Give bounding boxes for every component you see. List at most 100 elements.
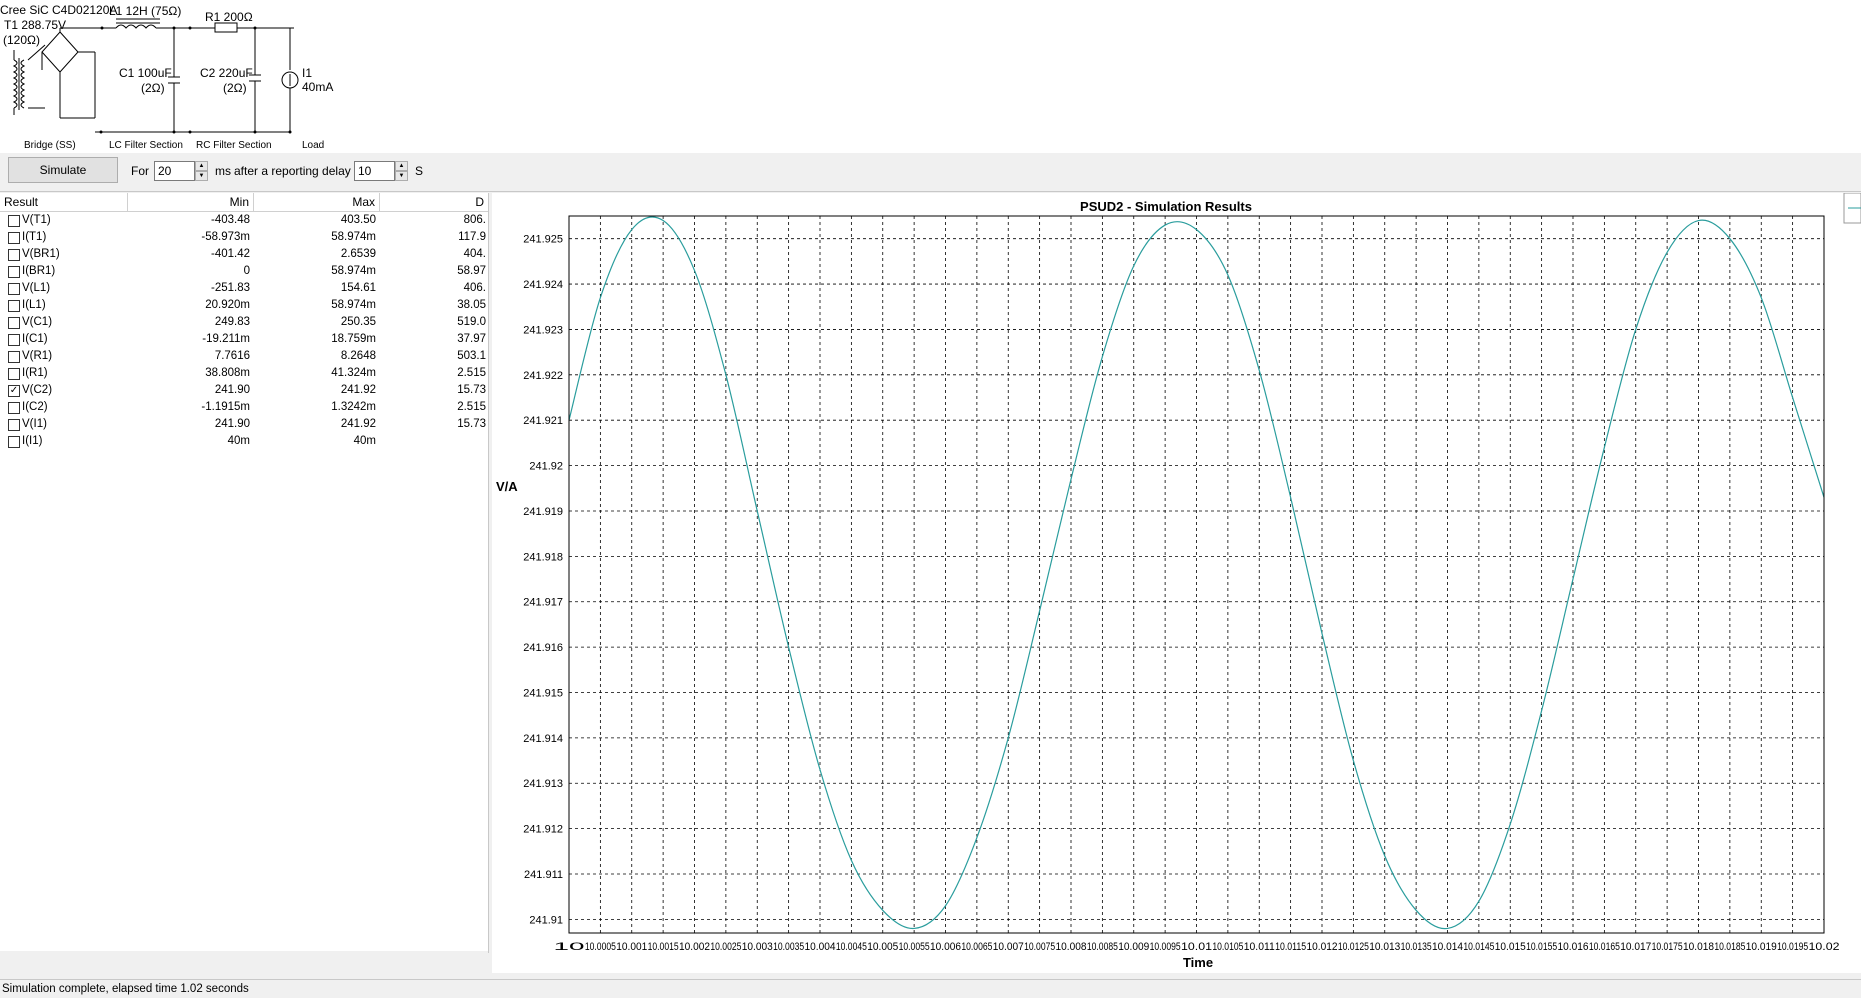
row-checkbox[interactable] bbox=[8, 351, 20, 363]
table-row[interactable]: V(BR1) -401.42 2.6539 404. bbox=[0, 246, 488, 263]
junction-dots bbox=[99, 26, 292, 134]
chart-svg: PSUD2 - Simulation Results V/A Time 241.… bbox=[496, 193, 1861, 970]
current-source-symbol bbox=[60, 28, 299, 133]
row-checkbox[interactable] bbox=[8, 334, 20, 346]
result-min: 249.83 bbox=[214, 316, 250, 328]
result-min: -403.48 bbox=[210, 214, 250, 226]
result-min: 241.90 bbox=[214, 384, 250, 396]
result-name: I(C1) bbox=[22, 333, 48, 345]
cap1-label-line1: C1 100uF bbox=[119, 66, 172, 80]
delay-spinner[interactable]: 10 ▲ ▼ bbox=[354, 161, 408, 181]
x-tick-label: 10.0175 bbox=[1652, 941, 1683, 953]
load-label-line1: I1 bbox=[302, 66, 312, 80]
result-min: -58.973m bbox=[201, 231, 250, 243]
result-min: -1.1915m bbox=[201, 401, 250, 413]
simulate-button[interactable]: Simulate bbox=[8, 157, 118, 183]
result-delta: 503.1 bbox=[457, 350, 486, 362]
x-axis-label: Time bbox=[1183, 955, 1213, 970]
row-checkbox[interactable] bbox=[8, 283, 20, 295]
seconds-label: S bbox=[415, 164, 424, 178]
row-checkbox[interactable] bbox=[8, 436, 20, 448]
schematic-drawing: Cree SiC C4D02120A T1 288.75V (120Ω) L1 … bbox=[0, 3, 333, 151]
row-checkbox[interactable] bbox=[8, 249, 20, 261]
table-row[interactable]: V(I1) 241.90 241.92 15.73 bbox=[0, 416, 488, 433]
x-tick-label: 10.004 bbox=[805, 941, 836, 953]
x-tick-label: 10.0135 bbox=[1401, 941, 1432, 953]
col-delta[interactable]: D bbox=[380, 193, 488, 211]
chart-grid bbox=[568, 216, 1825, 933]
table-row[interactable]: I(L1) 20.920m 58.974m 38.05 bbox=[0, 297, 488, 314]
spin-up-icon[interactable]: ▲ bbox=[395, 161, 408, 171]
x-tick-label: 10.012 bbox=[1307, 941, 1338, 953]
x-tick-labels: 10 10.0005 10.001 10.0015 10.002 10.0025 10.00… bbox=[554, 941, 1840, 953]
spin-up-icon[interactable]: ▲ bbox=[195, 161, 208, 171]
results-table[interactable]: Result Min Max D V(T1) -403.48 403.50 806. I… bbox=[0, 193, 489, 953]
table-row[interactable]: I(I1) 40m 40m bbox=[0, 433, 488, 450]
result-name: I(T1) bbox=[22, 231, 47, 243]
duration-input[interactable]: 20 bbox=[154, 161, 195, 181]
y-tick-label: 241.913 bbox=[523, 778, 563, 790]
col-min[interactable]: Min bbox=[128, 193, 254, 211]
row-checkbox[interactable] bbox=[8, 232, 20, 244]
x-tick-label: 10.016 bbox=[1558, 941, 1589, 953]
table-row[interactable]: ✓ V(C2) 241.90 241.92 15.73 bbox=[0, 382, 488, 399]
result-delta: 58.97 bbox=[457, 265, 486, 277]
table-row[interactable]: I(BR1) 0 58.974m 58.97 bbox=[0, 263, 488, 280]
duration-spinner-arrows[interactable]: ▲ ▼ bbox=[195, 161, 208, 181]
x-tick-label: 10.0095 bbox=[1150, 941, 1181, 953]
x-tick-label: 10.0105 bbox=[1212, 941, 1243, 953]
result-min: 0 bbox=[243, 265, 250, 277]
col-max[interactable]: Max bbox=[254, 193, 380, 211]
transformer-label-line1: Cree SiC C4D02120A bbox=[0, 3, 117, 17]
table-row[interactable]: I(C1) -19.211m 18.759m 37.97 bbox=[0, 331, 488, 348]
x-tick-label: 10.008 bbox=[1056, 941, 1087, 953]
result-max: 403.50 bbox=[340, 214, 376, 226]
circuit-schematic[interactable]: Cree SiC C4D02120A T1 288.75V (120Ω) L1 … bbox=[0, 0, 1861, 154]
inductor-symbol bbox=[102, 18, 215, 29]
row-checkbox[interactable] bbox=[8, 402, 20, 414]
result-delta: 519.0 bbox=[457, 316, 486, 328]
y-axis-label: V/A bbox=[496, 479, 518, 494]
result-delta: 15.73 bbox=[457, 418, 486, 430]
result-name: I(I1) bbox=[22, 435, 43, 447]
result-max: 40m bbox=[353, 435, 376, 447]
simulation-chart[interactable]: PSUD2 - Simulation Results V/A Time 241.… bbox=[492, 193, 1861, 973]
row-checkbox[interactable] bbox=[8, 266, 20, 278]
row-checkbox[interactable] bbox=[8, 317, 20, 329]
horizontal-scrollbar[interactable]: › bbox=[0, 951, 488, 953]
row-checkbox[interactable] bbox=[8, 300, 20, 312]
cap1-label-line2: (2Ω) bbox=[141, 81, 165, 95]
table-row[interactable]: V(L1) -251.83 154.61 406. bbox=[0, 280, 488, 297]
chart-title: PSUD2 - Simulation Results bbox=[1080, 199, 1252, 214]
table-row[interactable]: I(C2) -1.1915m 1.3242m 2.515 bbox=[0, 399, 488, 416]
x-tick-label: 10.0065 bbox=[961, 941, 992, 953]
spin-down-icon[interactable]: ▼ bbox=[395, 171, 408, 181]
table-row[interactable]: I(T1) -58.973m 58.974m 117.9 bbox=[0, 229, 488, 246]
x-tick-label: 10.0145 bbox=[1463, 941, 1494, 953]
result-name: I(L1) bbox=[22, 299, 46, 311]
result-delta: 2.515 bbox=[457, 401, 486, 413]
result-name: V(C1) bbox=[22, 316, 53, 328]
delay-input[interactable]: 10 bbox=[354, 161, 395, 181]
row-checkbox[interactable] bbox=[8, 419, 20, 431]
delay-spinner-arrows[interactable]: ▲ ▼ bbox=[395, 161, 408, 181]
table-row[interactable]: V(T1) -403.48 403.50 806. bbox=[0, 212, 488, 229]
row-checkbox[interactable]: ✓ bbox=[8, 385, 20, 397]
scroll-right-icon[interactable]: › bbox=[478, 951, 482, 953]
col-result[interactable]: Result bbox=[0, 193, 128, 211]
row-checkbox[interactable] bbox=[8, 368, 20, 380]
x-tick-label: 10.018 bbox=[1683, 941, 1714, 953]
result-name: I(C2) bbox=[22, 401, 48, 413]
spin-down-icon[interactable]: ▼ bbox=[195, 171, 208, 181]
table-row[interactable]: V(R1) 7.7616 8.2648 503.1 bbox=[0, 348, 488, 365]
x-tick-label: 10.0005 bbox=[585, 941, 616, 953]
row-checkbox[interactable] bbox=[8, 215, 20, 227]
table-row[interactable]: I(R1) 38.808m 41.324m 2.515 bbox=[0, 365, 488, 382]
capacitor-c2-symbol bbox=[249, 28, 261, 132]
result-name: I(R1) bbox=[22, 367, 48, 379]
y-tick-labels: 241.925 241.924 241.923 241.922 241.921 241.9… bbox=[523, 234, 563, 927]
x-tick-label: 10.02 bbox=[1809, 941, 1840, 953]
duration-spinner[interactable]: 20 ▲ ▼ bbox=[154, 161, 208, 181]
x-tick-label: 10.0045 bbox=[836, 941, 867, 953]
table-row[interactable]: V(C1) 249.83 250.35 519.0 bbox=[0, 314, 488, 331]
